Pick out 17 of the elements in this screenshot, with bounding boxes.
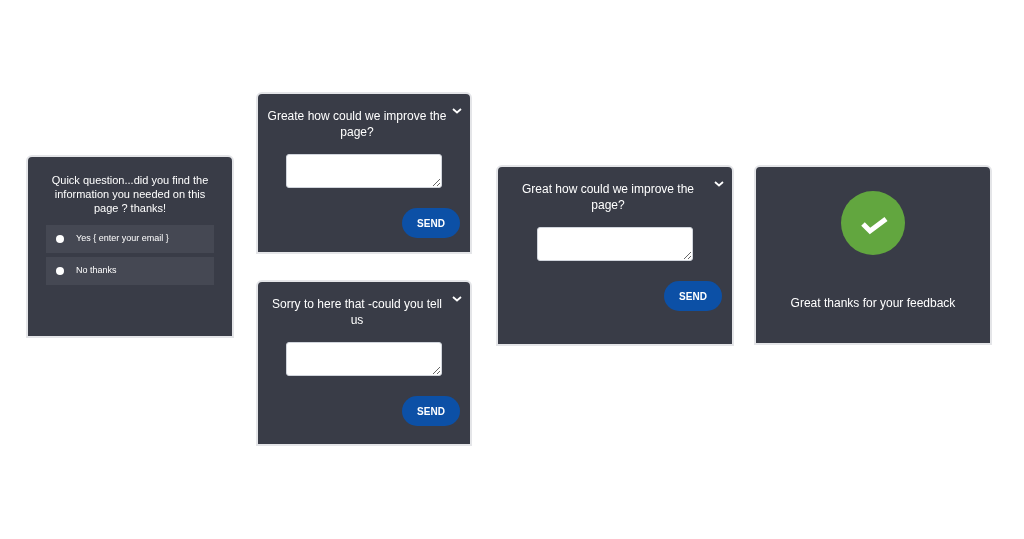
feedback-input[interactable] — [537, 227, 693, 261]
feedback-input[interactable] — [286, 342, 442, 376]
feedback-question: Great how could we improve the page? — [520, 181, 696, 213]
send-button[interactable]: SEND — [664, 281, 722, 311]
chevron-down-icon[interactable] — [714, 181, 724, 187]
feedback-question: Greate how could we improve the page? — [266, 108, 448, 140]
radio-option[interactable]: No thanks — [46, 257, 214, 285]
survey-question: Quick question...did you find the information you needed on this page ? thanks! — [50, 173, 210, 215]
feedback-question: Sorry to here that -could you tell us — [270, 296, 444, 328]
send-button[interactable]: SEND — [402, 208, 460, 238]
feedback-input[interactable] — [286, 154, 442, 188]
radio-option[interactable]: Yes { enter your email } — [46, 225, 214, 253]
chevron-down-icon[interactable] — [452, 296, 462, 302]
checkmark-icon — [841, 191, 905, 255]
chevron-down-icon[interactable] — [452, 108, 462, 114]
send-button[interactable]: SEND — [402, 396, 460, 426]
thanks-message: Great thanks for your feedback — [790, 295, 956, 312]
